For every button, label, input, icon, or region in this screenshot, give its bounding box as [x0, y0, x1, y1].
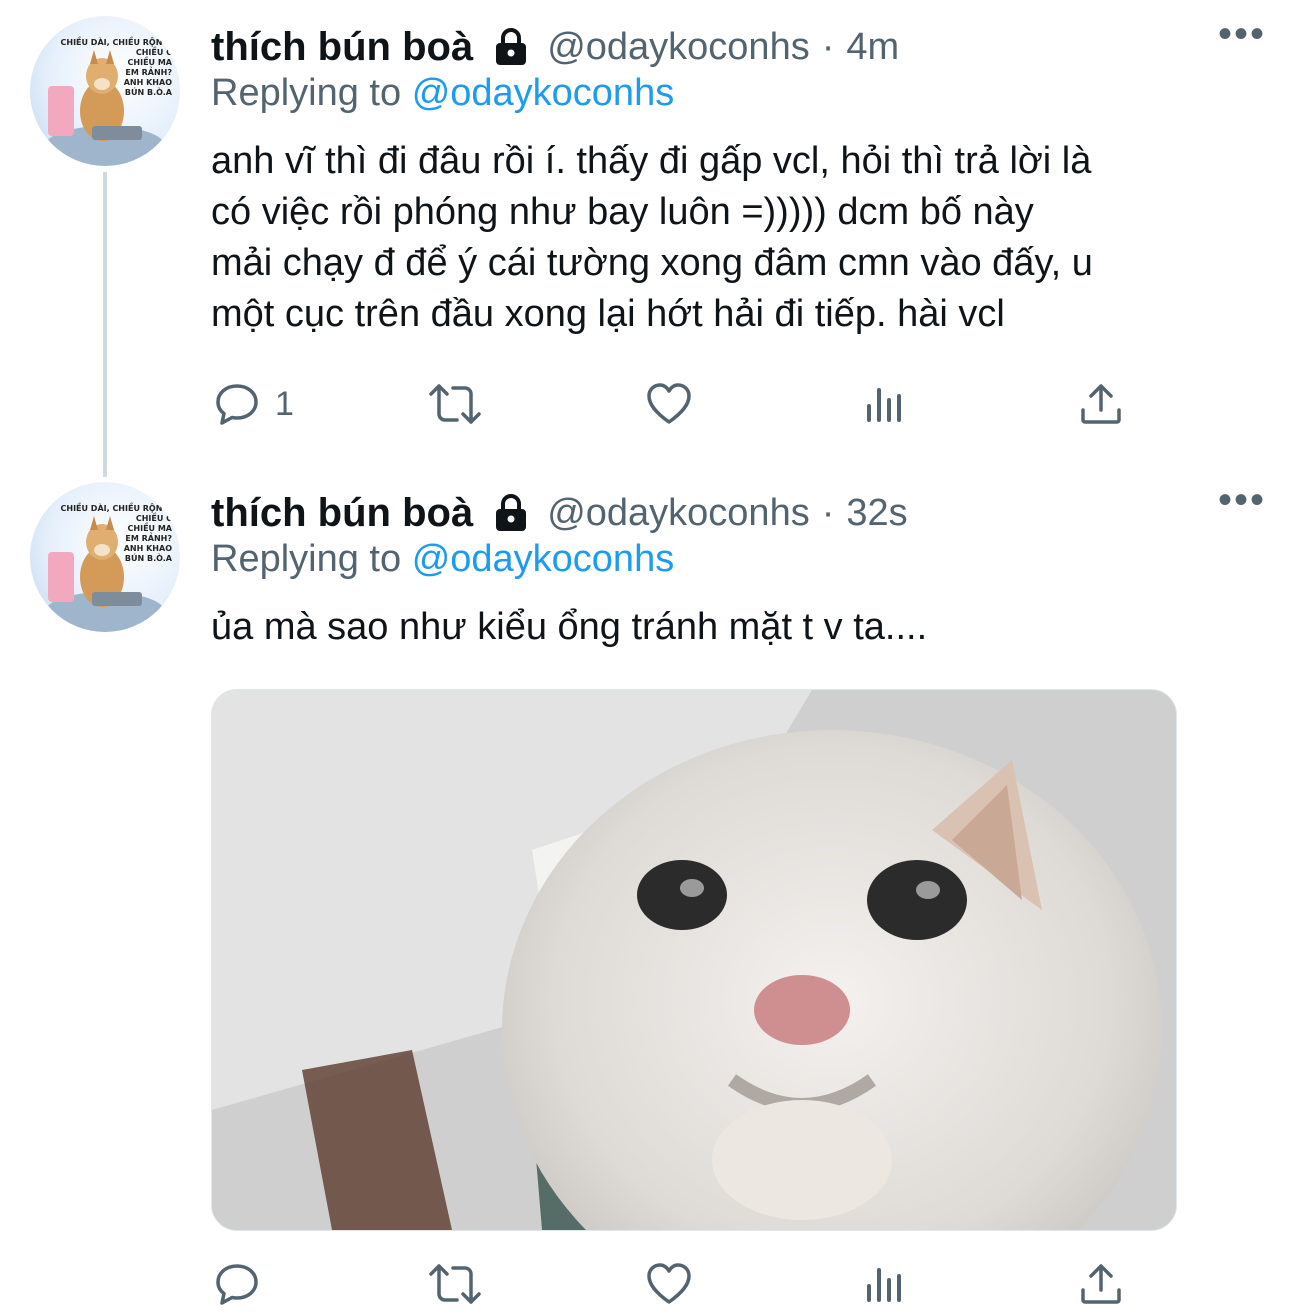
tweet-media-image[interactable] — [211, 689, 1177, 1231]
mention-link[interactable]: @odaykoconhs — [412, 538, 675, 580]
tweet-text: anh vĩ thì đi đâu rồi í. thấy đi gấp vcl… — [211, 140, 1093, 335]
avatar-meme-text: CHIỀU DÀI, CHIỀU RỘNG, CHIỀU C CHIỀU MA … — [60, 38, 172, 97]
retweet-icon — [429, 384, 481, 424]
analytics-button[interactable] — [861, 376, 909, 432]
analytics-button[interactable] — [861, 1256, 909, 1312]
like-icon — [647, 383, 691, 424]
avatar-meme-text: CHIỀU DÀI, CHIỀU RỘNG, CHIỀU C CHIỀU MA … — [60, 504, 172, 563]
replying-to: Replying to @odaykoconhs — [211, 538, 674, 581]
tweet-1[interactable]: CHIỀU DÀI, CHIỀU RỘNG, CHIỀU C CHIỀU MA … — [0, 0, 1290, 477]
timestamp[interactable]: 4m — [846, 26, 899, 69]
analytics-icon — [867, 1268, 901, 1302]
reply-icon — [216, 1264, 258, 1305]
timestamp[interactable]: 32s — [846, 492, 907, 535]
avatar[interactable]: CHIỀU DÀI, CHIỀU RỘNG, CHIỀU C CHIỀU MA … — [30, 16, 180, 166]
more-options-icon[interactable]: ••• — [1218, 480, 1266, 520]
display-name[interactable]: thích bún boà — [211, 491, 473, 536]
share-icon — [1081, 384, 1121, 424]
handle[interactable]: @odaykoconhs — [547, 492, 810, 535]
more-options-icon[interactable]: ••• — [1218, 14, 1266, 54]
analytics-icon — [867, 388, 901, 422]
tweet-2[interactable]: CHIỀU DÀI, CHIỀU RỘNG, CHIỀU C CHIỀU MA … — [0, 466, 1290, 1316]
tweet-actions — [211, 1256, 1221, 1312]
share-button[interactable] — [1077, 1256, 1125, 1312]
tweet-header: thích bún boà @odaykoconhs · 4m — [211, 22, 1250, 72]
retweet-button[interactable] — [427, 376, 483, 432]
thread-connector-line — [103, 172, 107, 477]
separator-dot: · — [821, 25, 835, 68]
replying-prefix: Replying to — [211, 72, 402, 114]
tweet-actions: 1 — [211, 376, 1221, 432]
separator-dot: · — [821, 491, 835, 534]
replying-to: Replying to @odaykoconhs — [211, 72, 674, 115]
mention-link[interactable]: @odaykoconhs — [412, 72, 675, 114]
lock-icon — [493, 493, 529, 533]
reply-button[interactable] — [213, 1256, 275, 1312]
share-button[interactable] — [1077, 376, 1125, 432]
tweet-header: thích bún boà @odaykoconhs · 32s — [211, 488, 1250, 538]
reply-count: 1 — [275, 384, 294, 423]
retweet-button[interactable] — [427, 1256, 483, 1312]
display-name[interactable]: thích bún boà — [211, 25, 473, 70]
reply-button[interactable]: 1 — [213, 376, 294, 432]
like-button[interactable] — [645, 1256, 693, 1312]
like-icon — [647, 1263, 691, 1304]
reply-icon — [216, 384, 258, 425]
like-button[interactable] — [645, 376, 693, 432]
lock-icon — [493, 27, 529, 67]
handle[interactable]: @odaykoconhs — [547, 26, 810, 69]
share-icon — [1081, 1264, 1121, 1304]
replying-prefix: Replying to — [211, 538, 402, 580]
avatar[interactable]: CHIỀU DÀI, CHIỀU RỘNG, CHIỀU C CHIỀU MA … — [30, 482, 180, 632]
tweet-text: ủa mà sao như kiểu ổng tránh mặt t v ta.… — [211, 606, 928, 648]
retweet-icon — [429, 1264, 481, 1304]
